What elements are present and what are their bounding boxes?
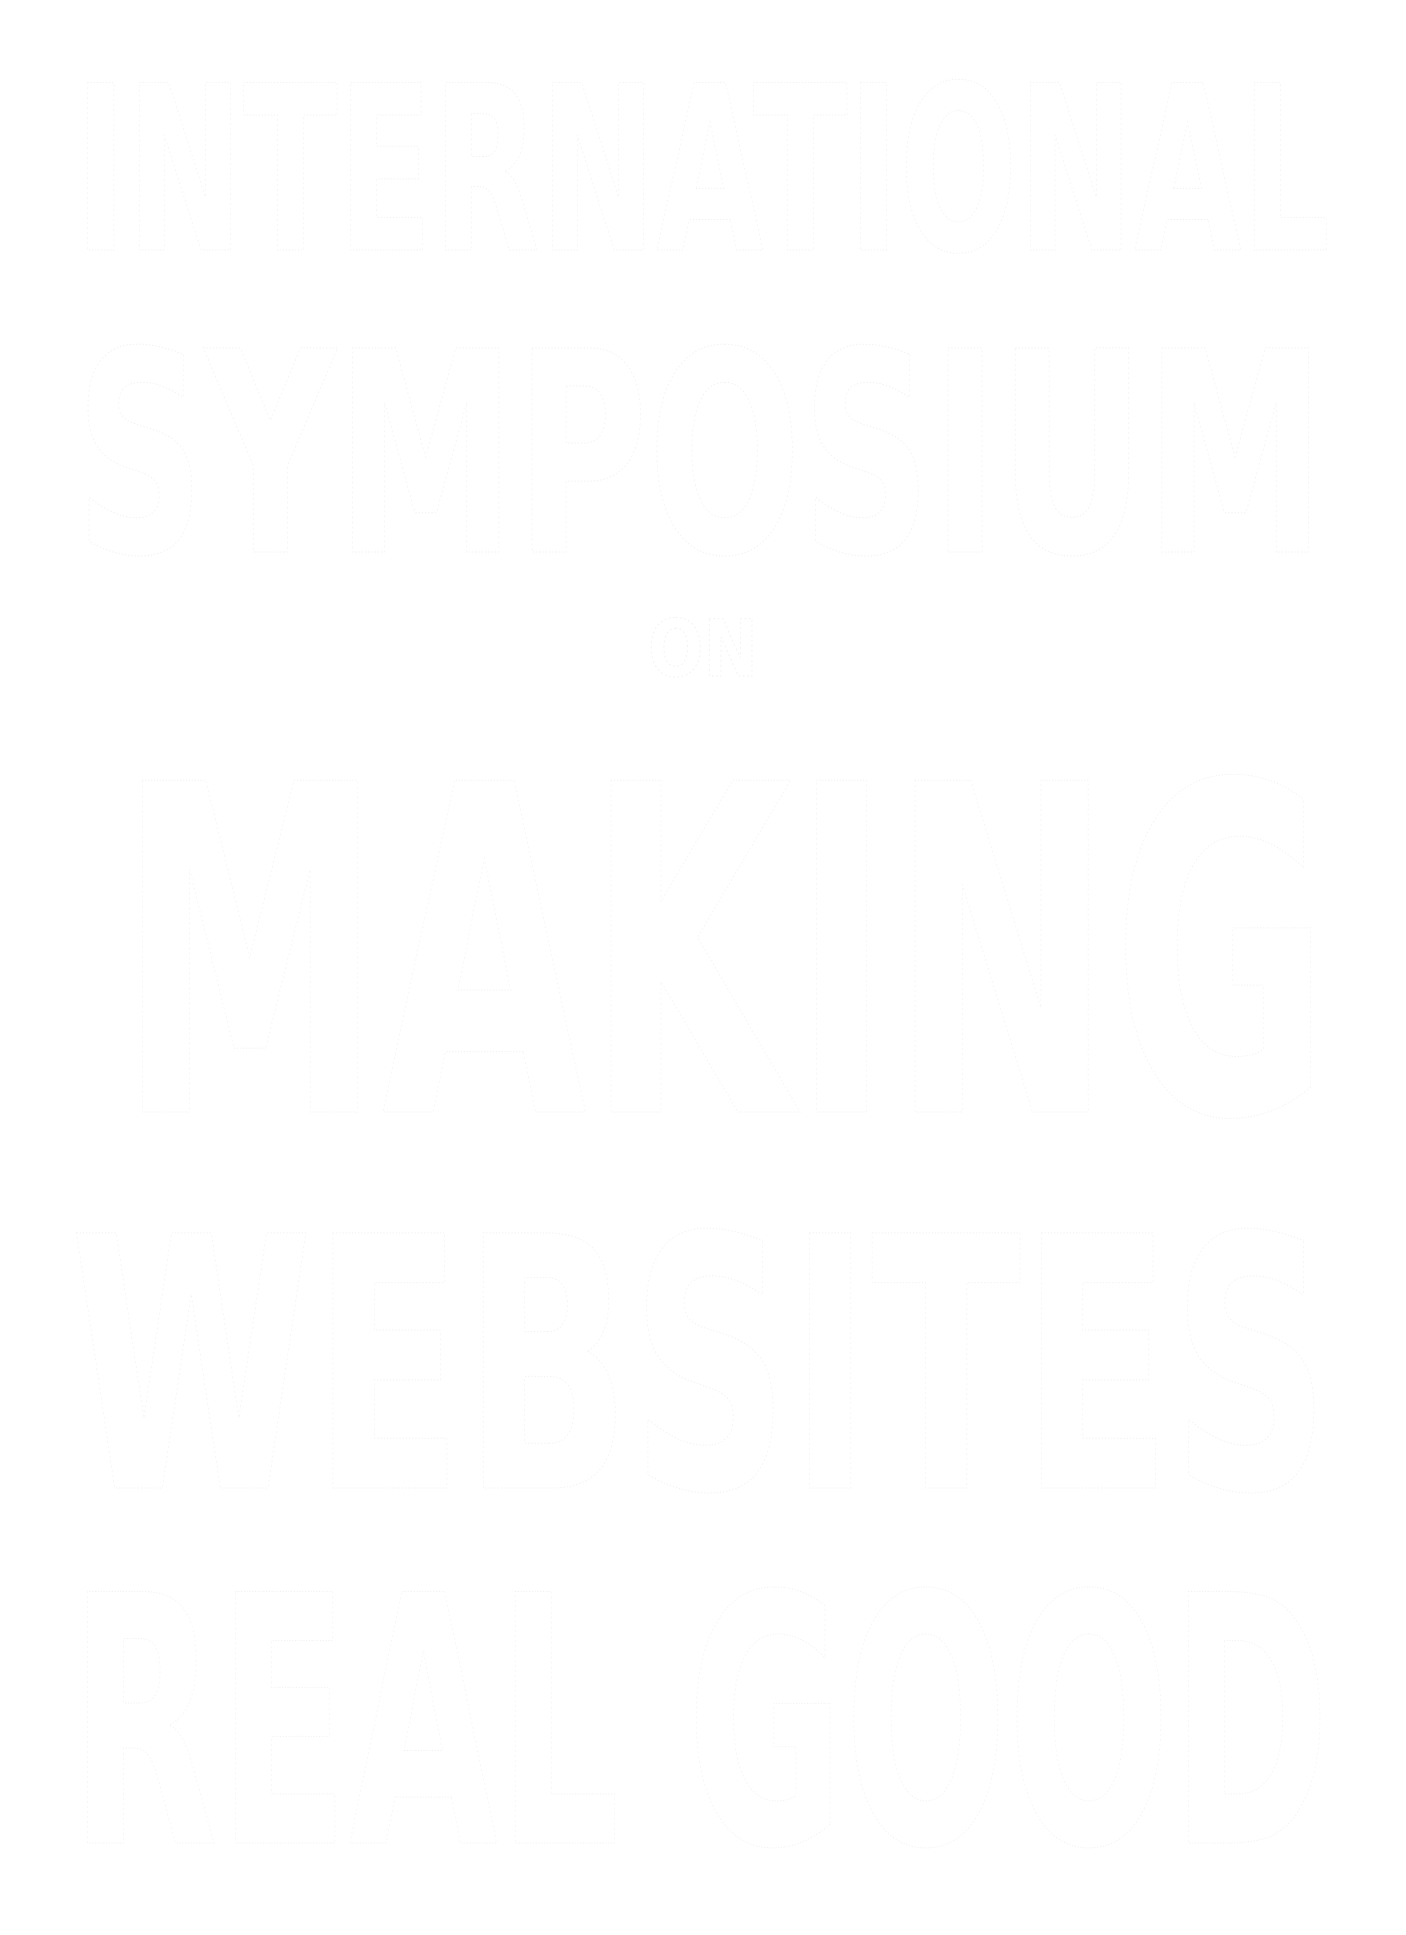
title-line-making: MAKING	[118, 691, 1330, 1220]
poster-canvas: INTERNATIONAL SYMPOSIUM ON MAKING WEBSIT…	[70, 38, 1331, 1926]
title-line-international: INTERNATIONAL	[75, 38, 1330, 305]
title-line-real-good: REAL GOOD	[70, 1524, 1330, 1925]
poster: INTERNATIONAL SYMPOSIUM ON MAKING WEBSIT…	[0, 0, 1406, 1935]
title-line-on: ON	[648, 605, 758, 695]
title-line-websites: WEBSITES	[70, 1163, 1330, 1571]
title-line-symposium: SYMPOSIUM	[75, 293, 1325, 619]
